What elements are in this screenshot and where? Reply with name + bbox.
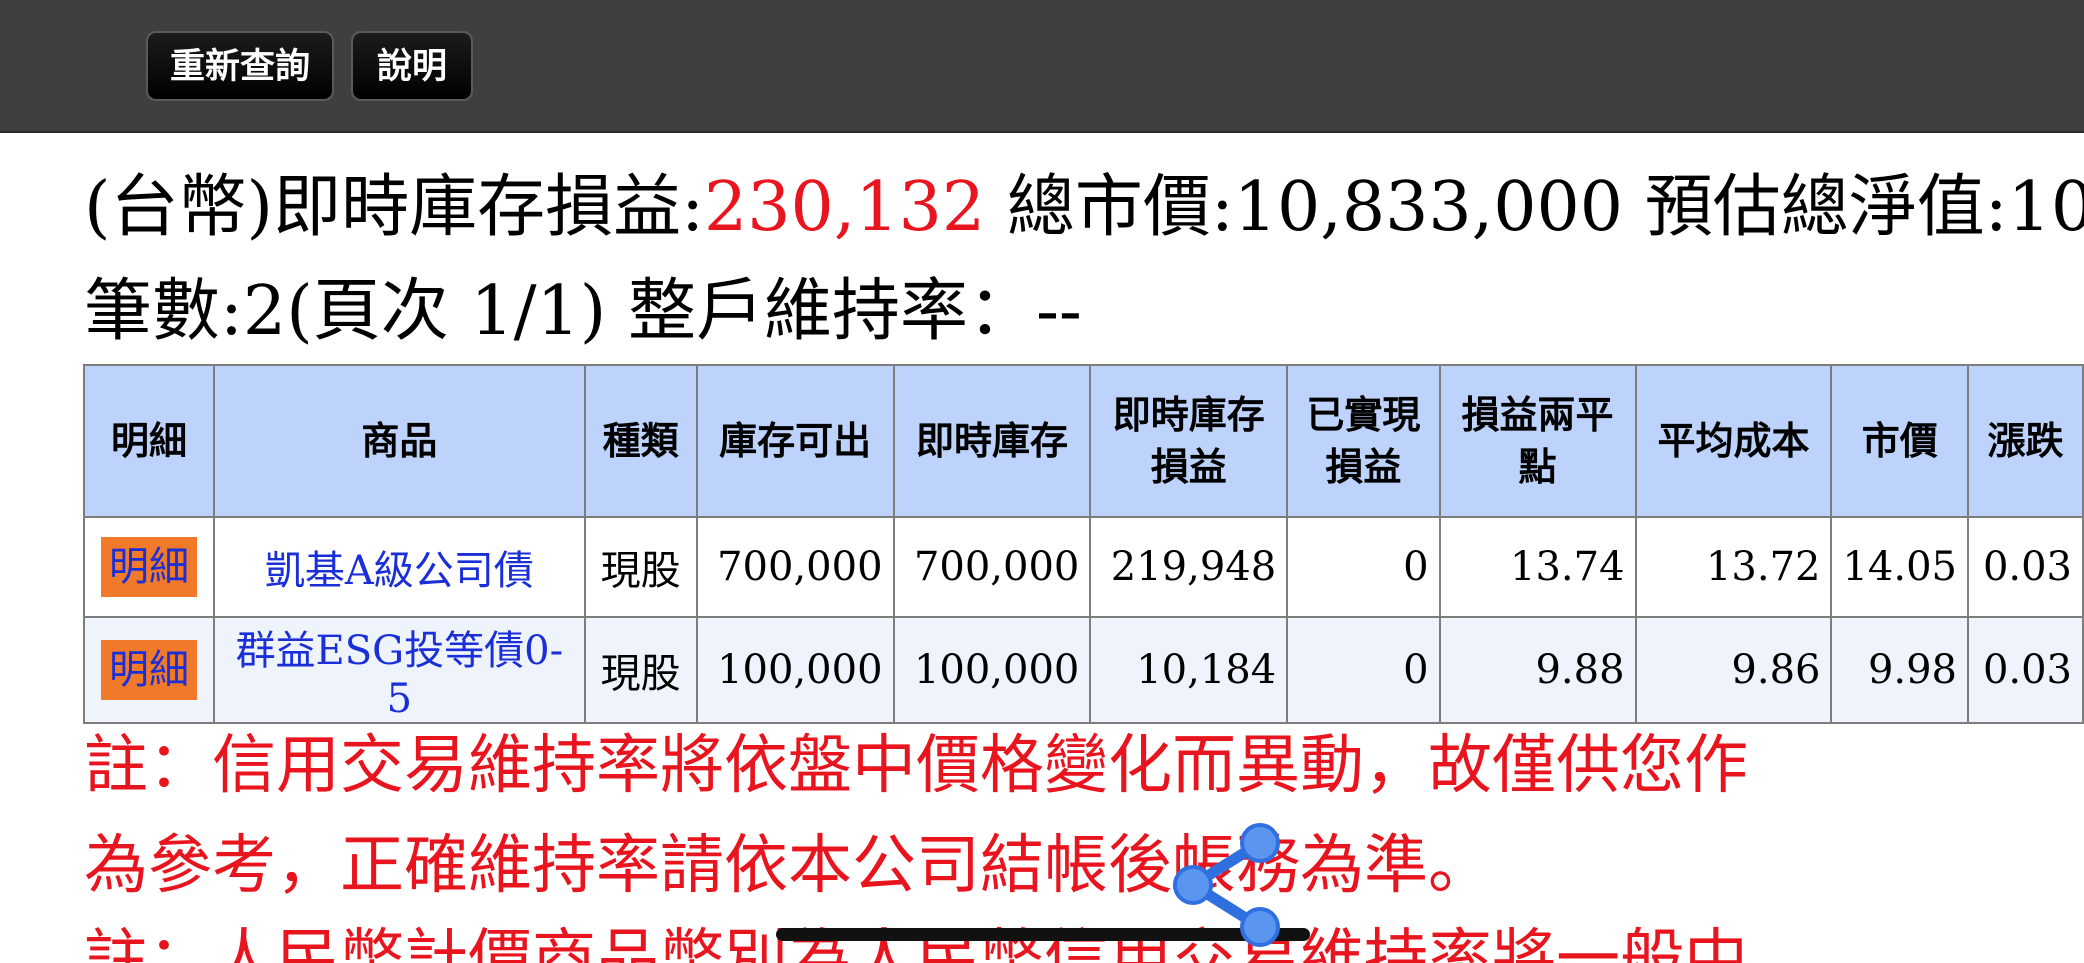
realtime-pnl-cell: 219,948 (1089, 516, 1289, 618)
count-value: 2 (242, 272, 287, 351)
breakeven-cell: 9.88 (1438, 616, 1637, 724)
page-indicator: (頁次 1/1) (286, 272, 607, 351)
top-toolbar: 重新查詢 說明 (0, 0, 2084, 133)
type-cell: 現股 (583, 616, 698, 724)
market-price-cell: 14.05 (1830, 516, 1969, 618)
realized-pnl-cell: 0 (1286, 616, 1441, 724)
detail-cell: 明細 (82, 516, 216, 618)
detail-button[interactable]: 明細 (101, 537, 198, 597)
summary-line-2: 筆數:2(頁次 1/1) 整戶維持率：-- (84, 272, 1082, 352)
detail-button[interactable]: 明細 (101, 640, 198, 700)
product-cell: 群益ESG投等債0-5 (213, 616, 586, 724)
col-header-realtime-pnl: 即時庫存損益 (1089, 364, 1289, 518)
rmb-note: 註：人民幣計價商品幣別為人民幣信用交易維持率將一般中 (84, 923, 1748, 963)
avg-cost-cell: 13.72 (1634, 516, 1833, 618)
col-header-market-price: 市價 (1830, 364, 1969, 518)
col-header-sellable: 庫存可出 (695, 364, 895, 518)
pnl-label: 即時庫存損益: (273, 168, 704, 247)
col-header-realtime-stock: 即時庫存 (892, 364, 1092, 518)
detail-cell: 明細 (82, 616, 216, 724)
realtime-stock-cell: 700,000 (892, 516, 1092, 618)
change-cell: 0.03 (1967, 616, 2084, 724)
realtime-stock-cell: 100,000 (892, 616, 1092, 724)
avg-cost-cell: 9.86 (1634, 616, 1833, 724)
net-value-label: 預估總淨值: (1644, 168, 2008, 247)
holdings-table: 明細 商品 種類 庫存可出 即時庫存 即時庫存損益 已實現損益 損益兩平點 平均… (82, 364, 2084, 724)
type-cell: 現股 (583, 516, 698, 618)
col-header-product: 商品 (213, 364, 586, 518)
summary-line-1: (台幣)即時庫存損益:230,132 總市價:10,833,000 預估總淨值:… (84, 168, 2084, 248)
table-row: 明細 群益ESG投等債0-5 現股 100,000 100,000 10,184… (82, 616, 2084, 724)
currency-prefix: (台幣) (84, 168, 274, 247)
col-header-avg-cost: 平均成本 (1634, 364, 1833, 518)
share-icon[interactable] (1160, 820, 1290, 950)
net-value: 10, (2007, 168, 2084, 247)
maintenance-note-1: 註：信用交易維持率將依盤中價格變化而異動，故僅供您作 (84, 729, 1748, 803)
requery-button[interactable]: 重新查詢 (146, 31, 334, 101)
help-button[interactable]: 說明 (351, 31, 473, 101)
col-header-realized-pnl: 已實現損益 (1286, 364, 1441, 518)
change-cell: 0.03 (1967, 516, 2084, 618)
product-cell: 凱基A級公司債 (213, 516, 586, 618)
breakeven-cell: 13.74 (1438, 516, 1637, 618)
sellable-cell: 700,000 (695, 516, 895, 618)
col-header-type: 種類 (583, 364, 698, 518)
maintenance-value: -- (1035, 272, 1082, 351)
product-link[interactable]: 群益ESG投等債0-5 (236, 628, 564, 722)
maintenance-label: 整戶維持率： (627, 272, 1036, 351)
pnl-value: 230,132 (703, 168, 986, 247)
market-price-cell: 9.98 (1830, 616, 1969, 724)
product-link[interactable]: 凱基A級公司債 (265, 548, 534, 594)
col-header-detail: 明細 (82, 364, 216, 518)
market-value-label: 總市價: (1006, 168, 1234, 247)
table-row: 明細 凱基A級公司債 現股 700,000 700,000 219,948 0 … (82, 516, 2084, 618)
market-value: 10,833,000 (1233, 168, 1624, 247)
col-header-breakeven: 損益兩平點 (1438, 364, 1637, 518)
col-header-change: 漲跌 (1967, 364, 2084, 518)
sellable-cell: 100,000 (695, 616, 895, 724)
realized-pnl-cell: 0 (1286, 516, 1441, 618)
realtime-pnl-cell: 10,184 (1089, 616, 1289, 724)
table-header-row: 明細 商品 種類 庫存可出 即時庫存 即時庫存損益 已實現損益 損益兩平點 平均… (82, 364, 2084, 518)
count-label: 筆數: (84, 272, 243, 351)
app-screen: 重新查詢 說明 (台幣)即時庫存損益:230,132 總市價:10,833,00… (0, 0, 2084, 963)
